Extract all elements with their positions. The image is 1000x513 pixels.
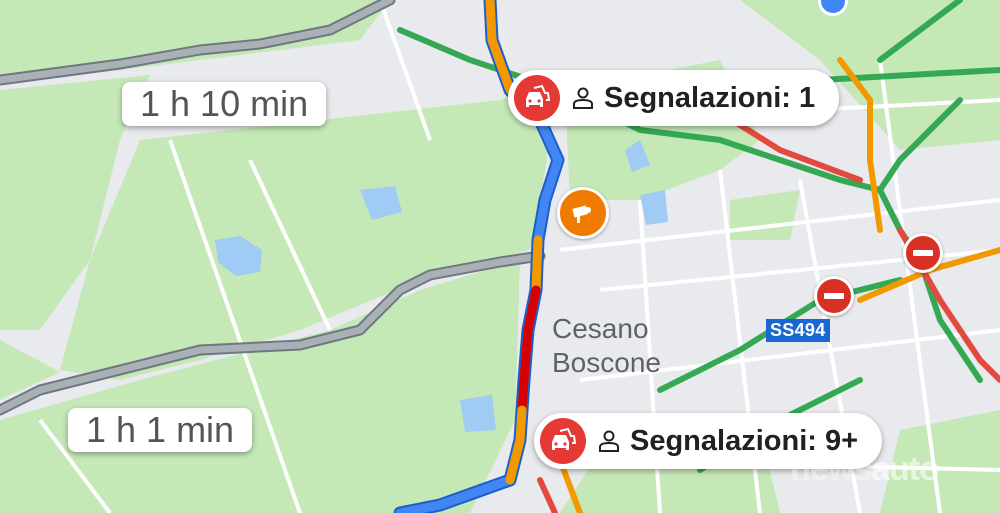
no-entry-icon[interactable]	[814, 276, 854, 316]
map-view[interactable]: 1 h 10 min 1 h 1 min Segnalazioni: 1 Seg…	[0, 0, 1000, 513]
watermark-logo: newsauto	[790, 450, 940, 489]
alt-route-time-bottom[interactable]: 1 h 1 min	[68, 408, 253, 452]
person-icon	[598, 427, 626, 455]
watermark-part2: auto	[871, 450, 940, 488]
traffic-incident-icon	[514, 75, 560, 121]
alert-text: Segnalazioni: 1	[604, 81, 816, 114]
watermark-part1: news	[790, 450, 872, 488]
speed-camera-icon[interactable]	[557, 187, 609, 239]
no-entry-icon[interactable]	[903, 233, 943, 273]
place-name-line2: Boscone	[552, 347, 661, 378]
road-shield: SS494	[766, 319, 830, 342]
alert-chip-reports-1[interactable]: Segnalazioni: 1	[508, 70, 840, 126]
place-label: Cesano Boscone	[552, 312, 661, 380]
traffic-incident-icon	[540, 418, 586, 464]
person-icon	[572, 84, 600, 112]
place-name-line1: Cesano	[552, 313, 649, 344]
alt-route-time-top[interactable]: 1 h 10 min	[122, 82, 327, 126]
